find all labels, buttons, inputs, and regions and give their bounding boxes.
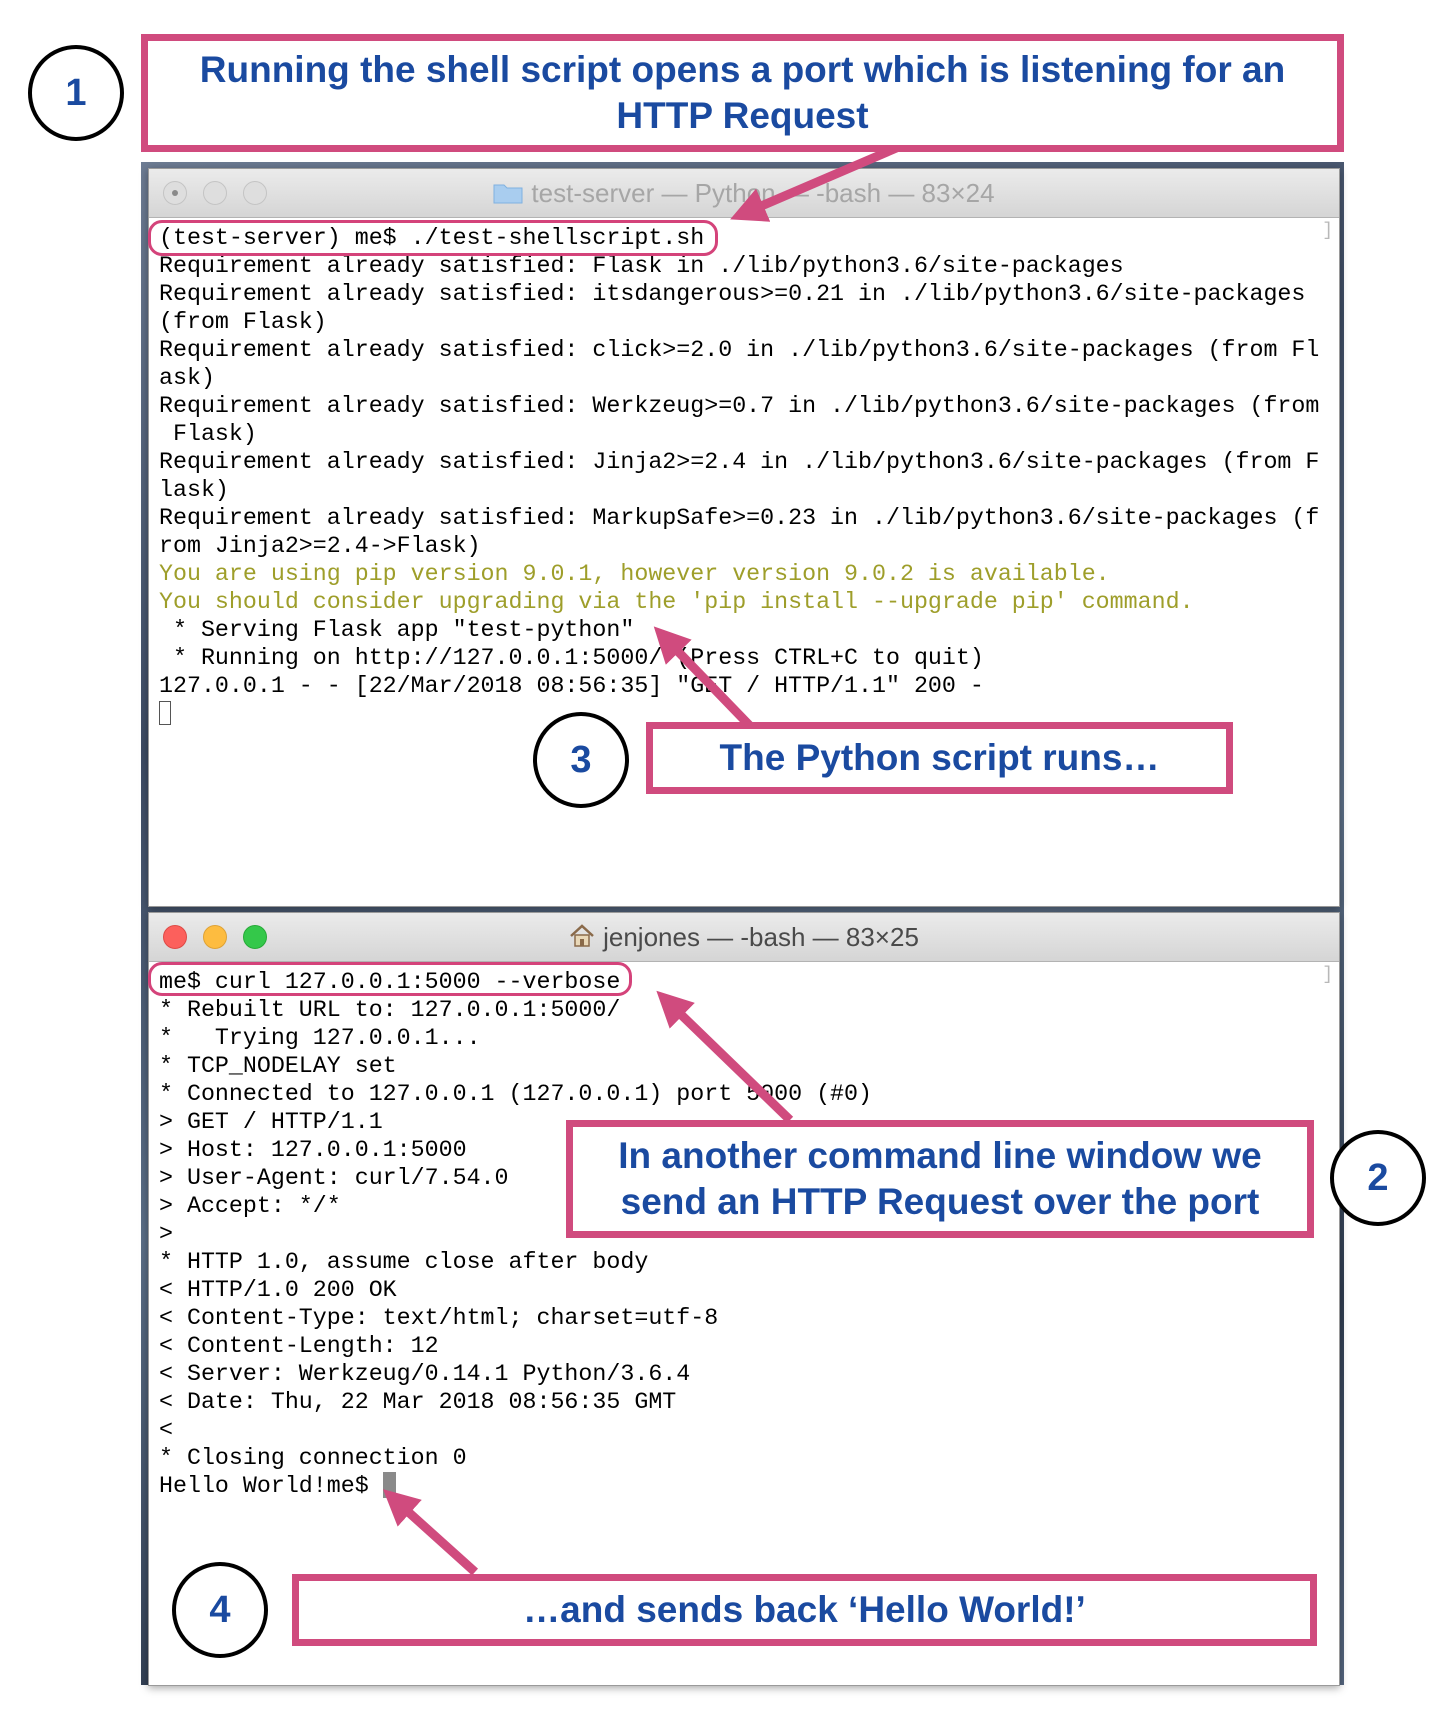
step-2-circle: 2 bbox=[1330, 1130, 1426, 1226]
step-1-number: 1 bbox=[65, 71, 87, 114]
step-2-text: In another command line window we send a… bbox=[618, 1135, 1262, 1222]
arrow-3 bbox=[653, 626, 756, 732]
step-1-circle: 1 bbox=[28, 45, 124, 141]
step-2-number: 2 bbox=[1367, 1156, 1389, 1199]
step-4-callout: …and sends back ‘Hello World!’ bbox=[292, 1574, 1317, 1646]
step-3-callout: The Python script runs… bbox=[646, 722, 1233, 794]
step-3-circle: 3 bbox=[533, 712, 629, 808]
arrow-4 bbox=[382, 1489, 479, 1576]
arrow-2 bbox=[656, 990, 794, 1124]
step-3-number: 3 bbox=[570, 738, 592, 781]
step-3-text: The Python script runs… bbox=[719, 737, 1160, 778]
step-2-callout: In another command line window we send a… bbox=[566, 1120, 1314, 1238]
step-1-text: Running the shell script opens a port wh… bbox=[199, 49, 1286, 136]
step-1-callout: Running the shell script opens a port wh… bbox=[141, 34, 1344, 152]
step-4-number: 4 bbox=[209, 1588, 231, 1631]
step-4-text: …and sends back ‘Hello World!’ bbox=[523, 1589, 1086, 1630]
annotation-arrows bbox=[382, 135, 917, 1576]
step-4-circle: 4 bbox=[172, 1562, 268, 1658]
